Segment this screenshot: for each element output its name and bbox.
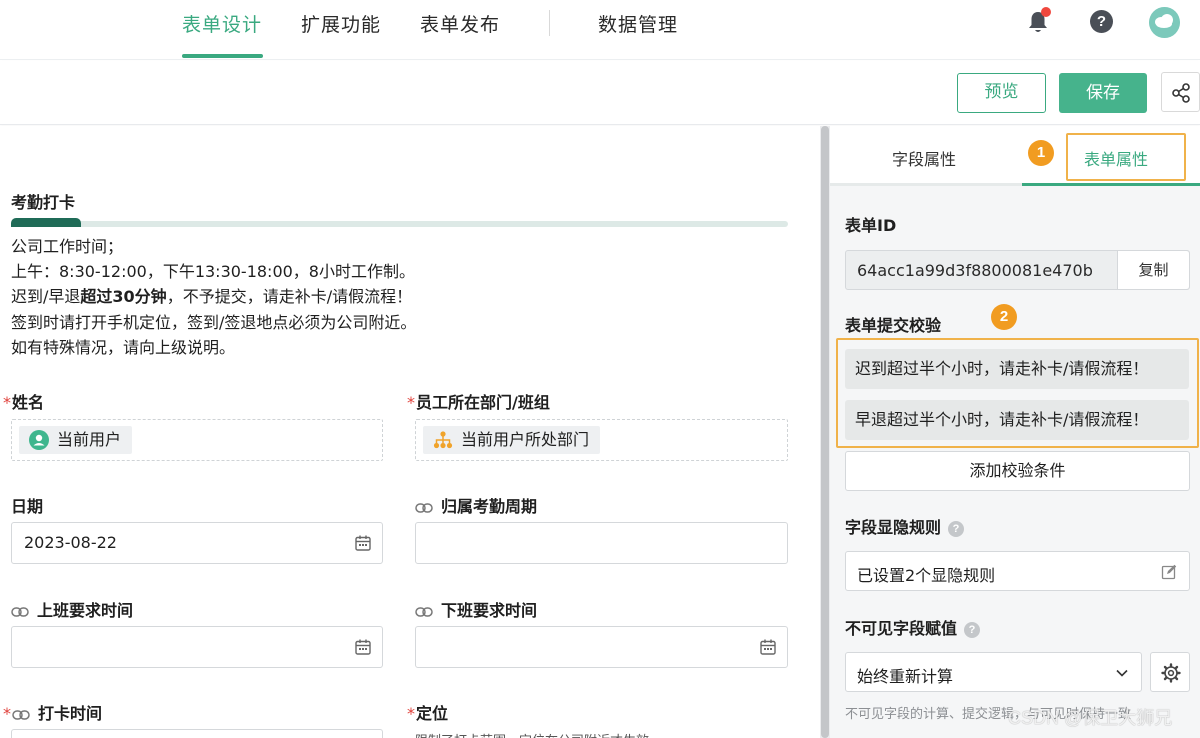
date-field-label: 日期 xyxy=(11,497,44,516)
save-button[interactable]: 保存 xyxy=(1059,73,1147,113)
active-tab-indicator xyxy=(182,54,263,58)
watermark: CSDN @保卫大狮兄 xyxy=(1008,708,1173,728)
link-icon xyxy=(415,502,433,513)
invisible-field-select[interactable]: 始终重新计算 xyxy=(845,652,1142,692)
department-field-label: *员工所在部门/班组 xyxy=(407,393,550,412)
section-divider-accent xyxy=(11,218,81,227)
calendar-icon xyxy=(355,639,371,655)
form-id-field: 64acc1a99d3f8800081e470b 复制 xyxy=(845,250,1190,290)
visibility-rules-label: 字段显隐规则? xyxy=(845,514,965,538)
link-icon xyxy=(415,606,433,617)
step-badge-1: 1 xyxy=(1028,140,1054,166)
date-input[interactable]: 2023-08-22 xyxy=(11,522,383,564)
description-line-3: 迟到/早退超过30分钟，不予提交，请走补卡/请假流程！ xyxy=(11,287,413,306)
notification-dot xyxy=(1041,7,1051,17)
description-line-1: 公司工作时间； xyxy=(11,237,124,256)
period-field-label: 归属考勤周期 xyxy=(415,493,537,517)
calendar-icon xyxy=(355,535,371,551)
name-field[interactable]: 当前用户 xyxy=(11,419,383,461)
invisible-field-label: 不可见字段赋值? xyxy=(845,615,981,639)
start-time-input[interactable] xyxy=(11,626,383,668)
user-icon xyxy=(29,430,49,450)
form-id-label: 表单ID xyxy=(845,216,897,235)
link-icon xyxy=(11,606,29,617)
avatar[interactable] xyxy=(1149,7,1180,38)
punch-time-field-label: * 打卡时间 xyxy=(3,704,103,723)
share-button[interactable] xyxy=(1161,72,1200,112)
visibility-rules-field[interactable]: 已设置2个显隐规则 xyxy=(845,551,1190,591)
description-line-5: 如有特殊情况，请向上级说明。 xyxy=(11,338,236,357)
description-line-2: 上午：8:30-12:00，下午13:30-18:00，8小时工作制。 xyxy=(11,262,415,281)
name-field-label: *姓名 xyxy=(3,393,45,412)
tab-field-properties[interactable]: 字段属性 xyxy=(892,146,956,170)
gear-icon xyxy=(1161,663,1181,683)
nav-divider xyxy=(549,10,550,36)
start-time-field-label: 上班要求时间 xyxy=(11,597,133,621)
end-time-input[interactable] xyxy=(415,626,788,668)
highlight-box-validation xyxy=(836,338,1199,448)
location-field-label: *定位 xyxy=(407,704,449,723)
cloud-icon xyxy=(1149,7,1180,38)
form-id-value: 64acc1a99d3f8800081e470b xyxy=(857,261,1093,280)
chevron-down-icon xyxy=(1116,669,1128,677)
tab-form-publish[interactable]: 表单发布 xyxy=(420,10,500,37)
question-icon[interactable]: ? xyxy=(964,622,981,638)
org-chart-icon xyxy=(433,431,453,449)
validation-label: 表单提交校验 xyxy=(845,316,942,335)
active-panel-tab-indicator xyxy=(1022,183,1200,186)
tab-data-management[interactable]: 数据管理 xyxy=(598,10,678,37)
punch-time-input[interactable] xyxy=(11,729,383,738)
highlight-box-form-properties xyxy=(1066,133,1186,181)
copy-button[interactable]: 复制 xyxy=(1117,251,1189,289)
period-input[interactable] xyxy=(415,522,788,564)
current-department-chip: 当前用户所处部门 xyxy=(423,426,601,454)
share-icon xyxy=(1172,83,1190,103)
step-badge-2: 2 xyxy=(991,304,1017,330)
tab-form-design[interactable]: 表单设计 xyxy=(182,10,262,37)
settings-button[interactable] xyxy=(1150,652,1190,692)
preview-button[interactable]: 预览 xyxy=(957,73,1046,113)
tab-extensions[interactable]: 扩展功能 xyxy=(301,10,381,37)
calendar-icon xyxy=(760,639,776,655)
department-field[interactable]: 当前用户所处部门 xyxy=(415,419,788,461)
section-title: 考勤打卡 xyxy=(11,193,76,212)
add-validation-button[interactable]: 添加校验条件 xyxy=(845,451,1190,491)
help-icon[interactable]: ? xyxy=(1090,10,1113,33)
location-field-note: 限制了打卡范围，定位在公司附近才生效 xyxy=(415,730,649,738)
link-icon xyxy=(12,709,30,720)
canvas-scrollbar-thumb[interactable] xyxy=(821,126,829,738)
current-user-chip: 当前用户 xyxy=(19,426,133,454)
section-divider xyxy=(11,221,788,227)
edit-icon[interactable] xyxy=(1161,564,1177,580)
description-line-4: 签到时请打开手机定位，签到/签退地点必须为公司附近。 xyxy=(11,313,417,332)
question-icon[interactable]: ? xyxy=(948,521,965,537)
end-time-field-label: 下班要求时间 xyxy=(415,597,537,621)
